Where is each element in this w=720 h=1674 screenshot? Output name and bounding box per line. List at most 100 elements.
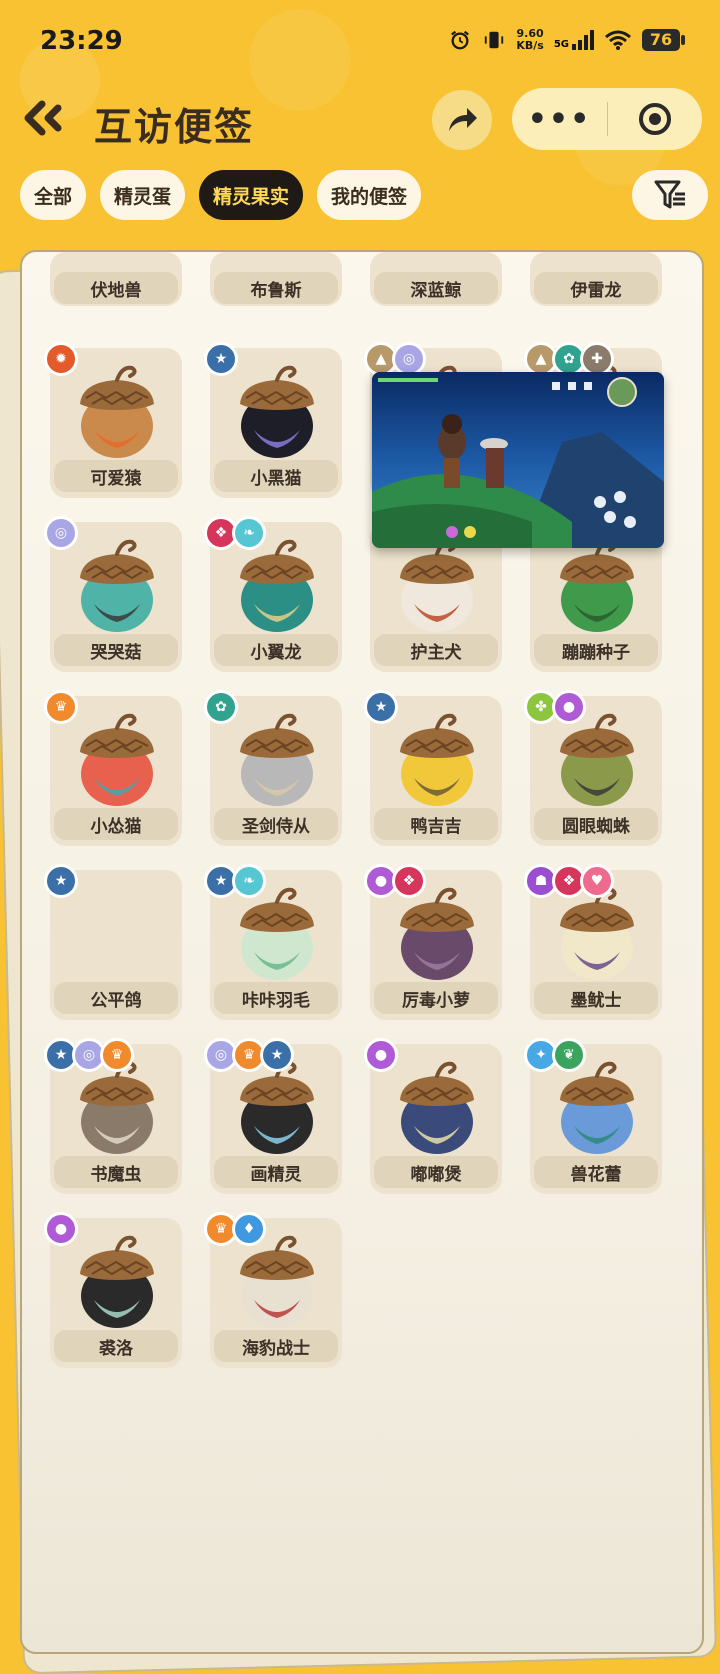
share-button[interactable] bbox=[432, 90, 492, 150]
fruit-cell[interactable]: ◎ 哭哭菇 bbox=[44, 516, 182, 672]
acorn-fruit-icon bbox=[240, 365, 314, 458]
tab-spirit-egg[interactable]: 精灵蛋 bbox=[100, 170, 186, 220]
fruit-name: 护主犬 bbox=[374, 634, 498, 666]
element-badges: ● bbox=[44, 1212, 78, 1246]
share-arrow-icon bbox=[449, 108, 477, 131]
element-badges: ☗ ❖ ♥ bbox=[524, 864, 614, 898]
fire-type-icon: ✹ bbox=[44, 342, 78, 376]
signal-icon: 5G bbox=[554, 30, 594, 50]
fruit-name: 嘟嘟煲 bbox=[374, 1156, 498, 1188]
fruit-name: 小翼龙 bbox=[214, 634, 338, 666]
element-badges: ◎ bbox=[44, 516, 78, 550]
fruit-cell[interactable]: ☗ ❖ ♥ 墨鱿士 bbox=[524, 864, 662, 1020]
swirl-type-icon: ◎ bbox=[44, 516, 78, 550]
acorn-fruit-icon bbox=[80, 1235, 154, 1328]
fruit-name: 厉毒小萝 bbox=[374, 982, 498, 1014]
fruit-cell[interactable]: ✿ 圣剑侍从 bbox=[204, 690, 342, 846]
element-badges: ★ ◎ ♛ bbox=[44, 1038, 134, 1072]
element-badges: ♛ bbox=[44, 690, 78, 724]
fruit-cell[interactable]: ♛ 小怂猫 bbox=[44, 690, 182, 846]
fruit-cell[interactable]: 伏地兽 bbox=[50, 252, 182, 306]
status-icons: 9.60 KB/s 5G 76 bbox=[448, 28, 685, 52]
fruit-name: 可爱猿 bbox=[54, 460, 178, 492]
fruit-cell[interactable]: ★ 鸭吉吉 bbox=[364, 690, 502, 846]
alarm-icon bbox=[451, 30, 470, 50]
element-badges: ✤ ● bbox=[524, 690, 586, 724]
fruit-cell[interactable]: ★ ❧ 咔咔羽毛 bbox=[204, 864, 342, 1020]
back-button[interactable] bbox=[20, 96, 68, 140]
fruit-name: 鸭吉吉 bbox=[374, 808, 498, 840]
element-badges: ★ ❧ bbox=[204, 864, 266, 898]
tab-my-notes[interactable]: 我的便签 bbox=[317, 170, 422, 220]
acorn-fruit-icon bbox=[240, 713, 314, 806]
floating-video-window[interactable] bbox=[372, 372, 664, 548]
fruit-cell[interactable]: ✤ ● 圆眼蜘蛛 bbox=[524, 690, 662, 846]
element-badges: ★ bbox=[204, 342, 238, 376]
acorn-fruit-icon bbox=[80, 365, 154, 458]
fruit-cell[interactable]: ◎ ♛ ★ 画精灵 bbox=[204, 1038, 342, 1194]
acorn-fruit-icon bbox=[240, 539, 314, 632]
fruit-cell[interactable]: ★ 公平鸽 bbox=[44, 864, 182, 1020]
acorn-fruit-icon bbox=[240, 1061, 314, 1154]
wing-type-icon: ❧ bbox=[232, 864, 266, 898]
filter-button[interactable] bbox=[632, 170, 708, 220]
heart-type-icon: ♥ bbox=[580, 864, 614, 898]
more-button[interactable]: ••• bbox=[512, 102, 607, 137]
acorn-fruit-icon bbox=[400, 713, 474, 806]
element-badges: ✦ ❦ bbox=[524, 1038, 586, 1072]
double-chevron-left-icon bbox=[24, 100, 62, 136]
gear-type-icon: ✿ bbox=[204, 690, 238, 724]
acorn-fruit-icon bbox=[80, 1061, 154, 1154]
fruit-name: 墨鱿士 bbox=[534, 982, 658, 1014]
fruit-name: 书魔虫 bbox=[54, 1156, 178, 1188]
fruit-name: 小怂猫 bbox=[54, 808, 178, 840]
fruit-cell[interactable]: 伊雷龙 bbox=[530, 252, 662, 306]
fruit-name: 兽花蕾 bbox=[534, 1156, 658, 1188]
orb-type-icon: ● bbox=[364, 1038, 398, 1072]
star-type-icon: ★ bbox=[44, 864, 78, 898]
acorn-fruit-icon bbox=[240, 1235, 314, 1328]
target-icon bbox=[639, 103, 671, 135]
fruit-cell[interactable]: 深蓝鲸 bbox=[370, 252, 502, 306]
fruit-cell[interactable]: 布鲁斯 bbox=[210, 252, 342, 306]
element-badges: ▲ ◎ bbox=[364, 342, 426, 376]
fruit-name: 公平鸽 bbox=[54, 982, 178, 1014]
fruit-cell[interactable]: ❖ ❧ 小翼龙 bbox=[204, 516, 342, 672]
element-badges: ★ bbox=[44, 864, 78, 898]
mini-program-capsule: ••• bbox=[512, 88, 702, 150]
orb-type-icon: ● bbox=[552, 690, 586, 724]
fruit-cell[interactable]: ● 裘洛 bbox=[44, 1212, 182, 1368]
tab-all[interactable]: 全部 bbox=[20, 170, 87, 220]
battery-indicator: 76 bbox=[642, 29, 685, 51]
fruit-name: 海豹战士 bbox=[214, 1330, 338, 1362]
filter-icon bbox=[654, 180, 685, 209]
swirl-type-icon: ◎ bbox=[392, 342, 426, 376]
close-button[interactable] bbox=[608, 101, 702, 137]
wing-type-icon: ❧ bbox=[232, 516, 266, 550]
fruit-name: 裘洛 bbox=[54, 1330, 178, 1362]
fruit-name: 蹦蹦种子 bbox=[534, 634, 658, 666]
fruit-cell[interactable]: ● 嘟嘟煲 bbox=[364, 1038, 502, 1194]
badge-type-icon: ♛ bbox=[100, 1038, 134, 1072]
fruit-name: 圣剑侍从 bbox=[214, 808, 338, 840]
tab-spirit-fruit[interactable]: 精灵果实 bbox=[199, 170, 304, 220]
fruit-cell[interactable]: ✹ 可爱猿 bbox=[44, 342, 182, 498]
star-type-icon: ★ bbox=[260, 1038, 294, 1072]
status-time: 23:29 bbox=[40, 26, 123, 56]
fruit-name: 伏地兽 bbox=[54, 272, 178, 304]
acorn-fruit-icon bbox=[560, 887, 634, 980]
page-title: 互访便签 bbox=[94, 105, 255, 149]
fruit-cell[interactable]: ★ ◎ ♛ 书魔虫 bbox=[44, 1038, 182, 1194]
fruit-cell[interactable]: ★ 小黑猫 bbox=[204, 342, 342, 498]
fruit-cell[interactable]: ✦ ❦ 兽花蕾 bbox=[524, 1038, 662, 1194]
star-type-icon: ★ bbox=[364, 690, 398, 724]
category-tabs: 全部 精灵蛋 精灵果实 我的便签 bbox=[20, 170, 422, 220]
fruit-cell[interactable]: ● ❖ 厉毒小萝 bbox=[364, 864, 502, 1020]
acorn-fruit-icon bbox=[560, 713, 634, 806]
element-badges: ▲ ✿ ✚ bbox=[524, 342, 614, 376]
fruit-cell[interactable]: ♛ ♦ 海豹战士 bbox=[204, 1212, 342, 1368]
fruit-name: 小黑猫 bbox=[214, 460, 338, 492]
element-badges: ● ❖ bbox=[364, 864, 426, 898]
fruit-name: 布鲁斯 bbox=[214, 272, 338, 304]
water-type-icon: ♦ bbox=[232, 1212, 266, 1246]
